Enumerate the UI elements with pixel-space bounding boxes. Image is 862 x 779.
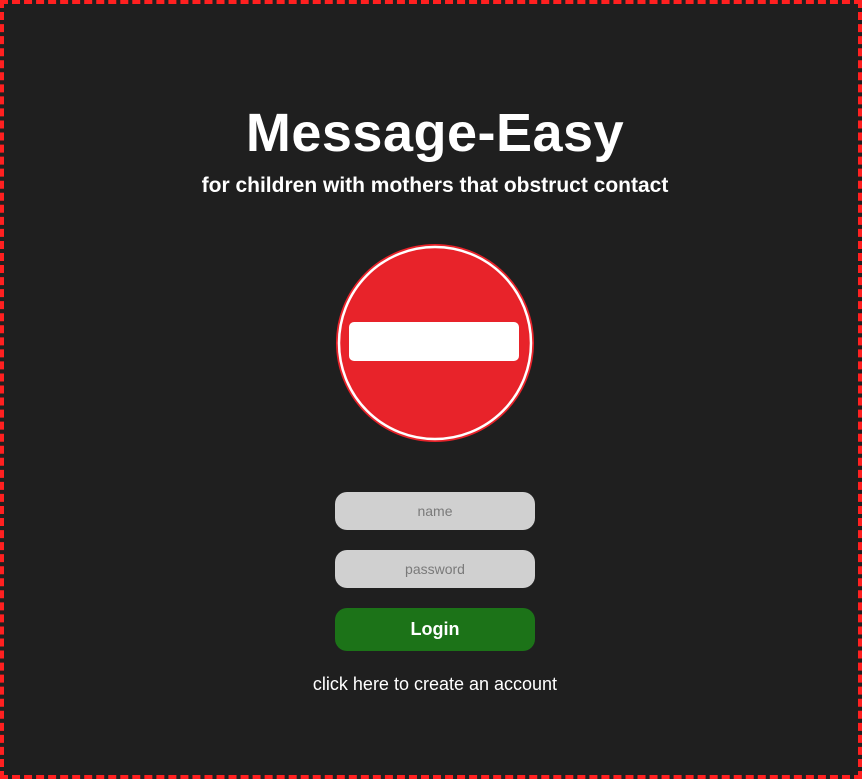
no-entry-sign-icon bbox=[336, 244, 534, 442]
password-input[interactable] bbox=[335, 550, 535, 588]
app-title: Message-Easy bbox=[245, 103, 625, 163]
login-button[interactable]: Login bbox=[335, 608, 535, 651]
create-account-link[interactable]: click here to create an account bbox=[4, 672, 862, 696]
app-subtitle: for children with mothers that obstruct … bbox=[201, 174, 669, 197]
name-input[interactable] bbox=[335, 492, 535, 530]
sign-bar bbox=[349, 322, 519, 361]
app-frame: Message-Easy for children with mothers t… bbox=[0, 0, 862, 779]
